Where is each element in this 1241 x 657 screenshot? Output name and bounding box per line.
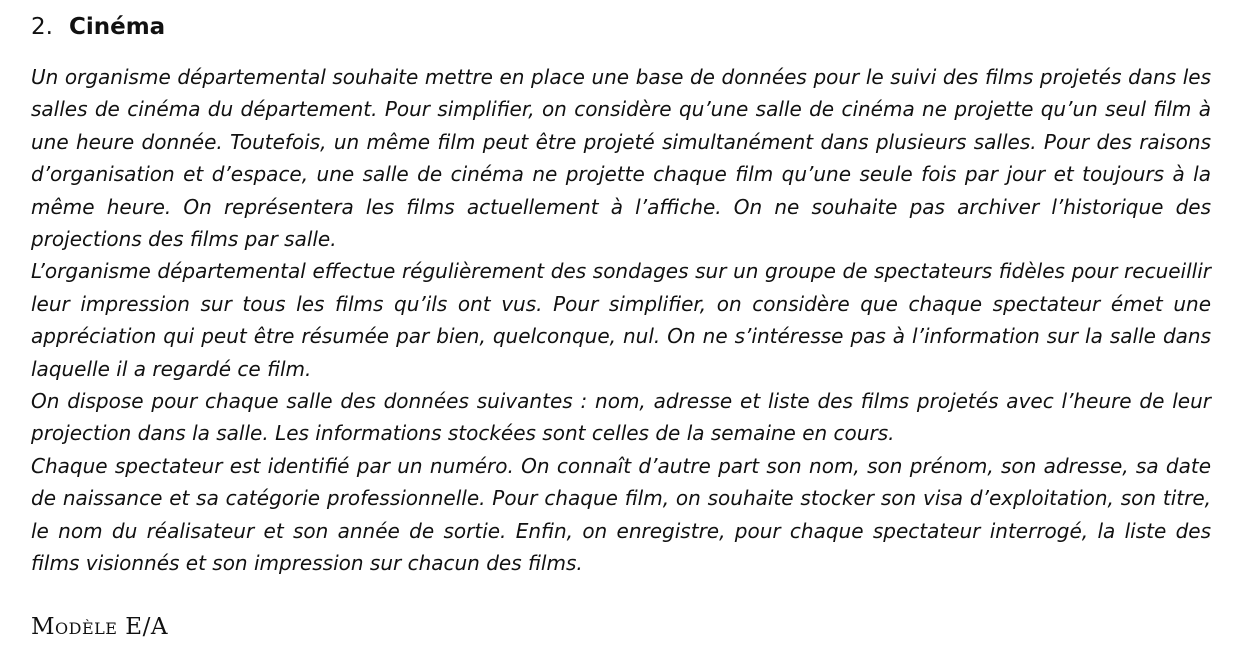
paragraph-surveys: L’organisme départemental effectue régul… bbox=[31, 259, 1211, 381]
paragraph-spectators-films: Chaque spectateur est identifié par un n… bbox=[31, 453, 1211, 576]
section-number: 2. bbox=[31, 14, 53, 40]
paragraph-context: Un organisme départemental souhaite mett… bbox=[31, 65, 1211, 252]
section-heading: 2. Cinéma bbox=[31, 10, 165, 44]
document-page: 2. Cinéma Un organisme départemental sou… bbox=[0, 0, 1241, 657]
section-title: Cinéma bbox=[68, 14, 166, 40]
paragraph-rooms: On dispose pour chaque salle des données… bbox=[31, 389, 1211, 446]
subsection-label: Modèle E/A bbox=[31, 614, 168, 640]
section-body: Un organisme départemental souhaite mett… bbox=[31, 61, 1211, 580]
